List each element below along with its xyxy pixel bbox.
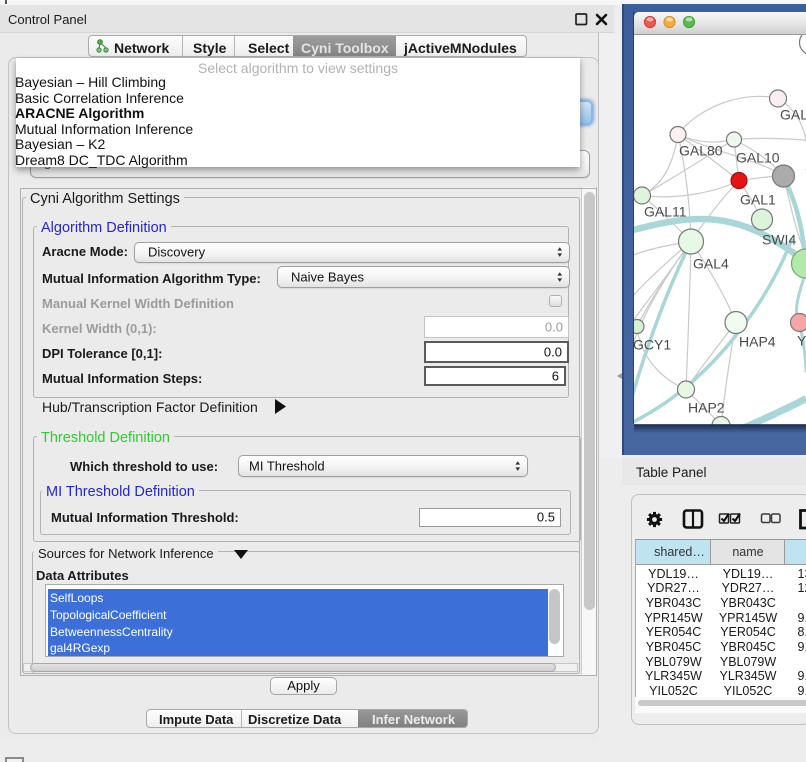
svg-text:SWI4: SWI4 [762,231,796,247]
svg-text:HAP2: HAP2 [688,399,725,415]
svg-text:GAL1: GAL1 [740,191,776,207]
svg-text:GAL80: GAL80 [679,142,723,158]
svg-text:GAL4: GAL4 [693,255,729,271]
svg-text:Y: Y [797,332,806,348]
svg-text:GAL10: GAL10 [736,149,780,165]
svg-text:GAL7: GAL7 [780,106,806,122]
svg-text:GAL11: GAL11 [644,203,687,219]
svg-text:HAP4: HAP4 [739,333,776,349]
svg-text:GCY1: GCY1 [634,336,671,352]
